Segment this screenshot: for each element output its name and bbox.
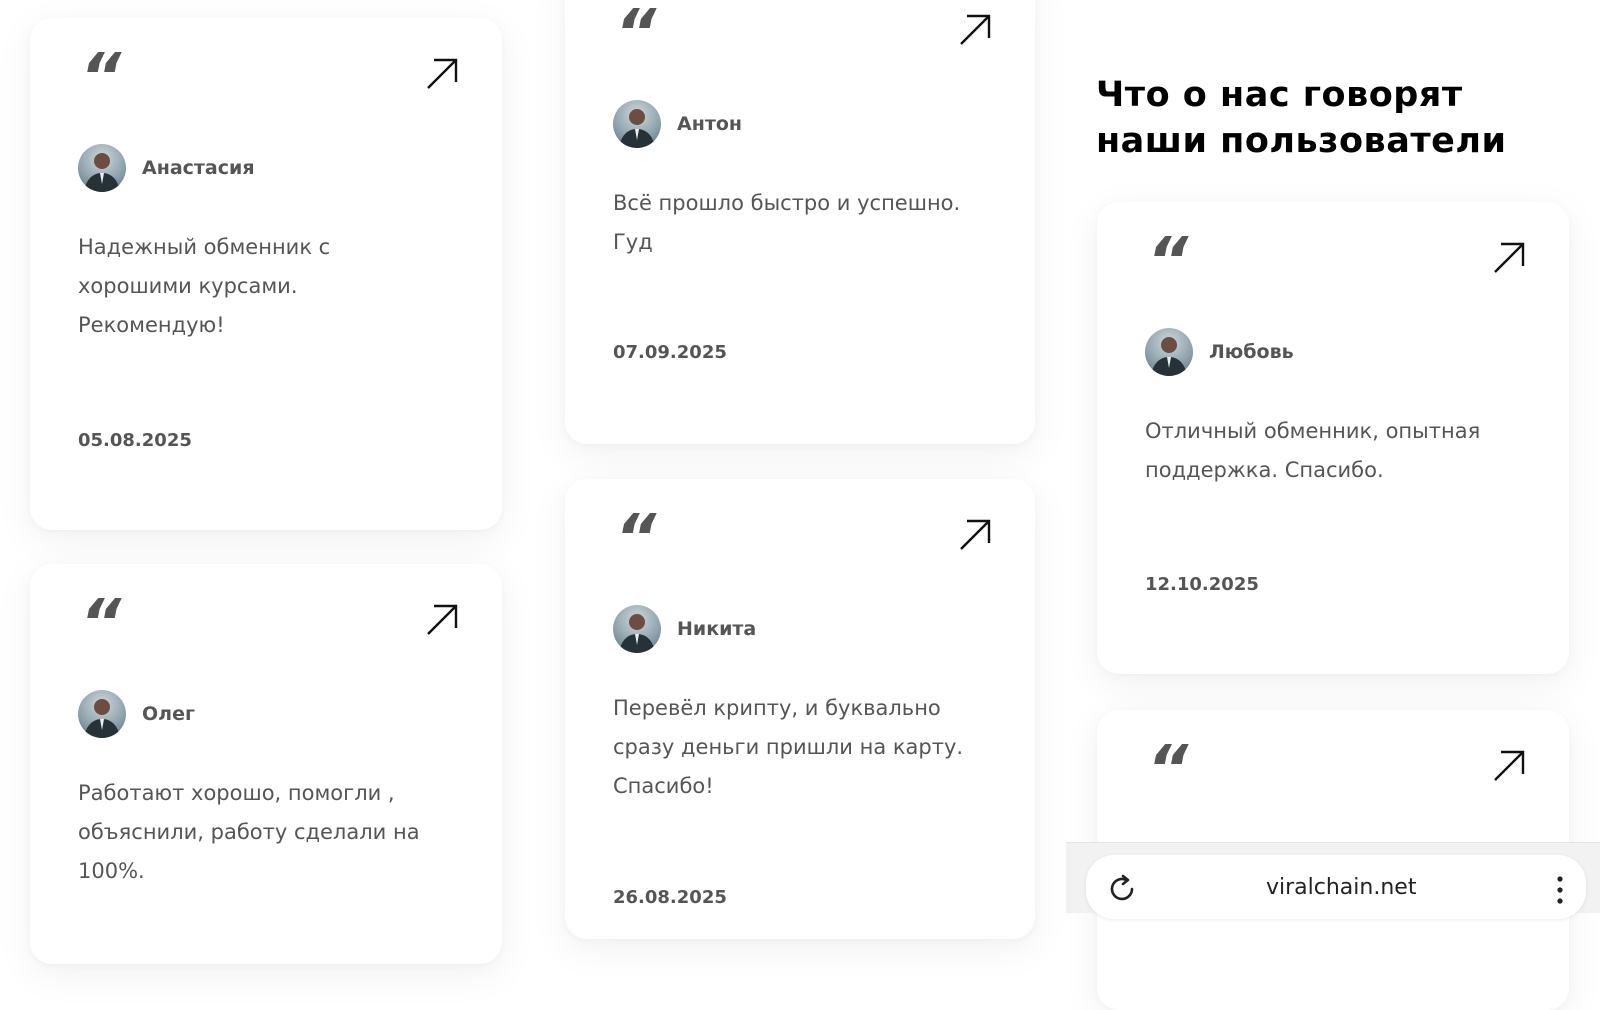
quote-mark: “ (80, 41, 121, 115)
arrow-up-right-icon[interactable] (424, 602, 460, 638)
reload-icon[interactable] (1106, 873, 1138, 905)
review-author-name: Олег (142, 703, 195, 725)
review-date: 05.08.2025 (78, 430, 192, 451)
browser-toolbar: viralchain.net (1066, 842, 1600, 919)
avatar (1145, 328, 1193, 376)
avatar (613, 100, 661, 148)
quote-mark: “ (1147, 225, 1188, 299)
address-bar[interactable]: viralchain.net (1086, 855, 1586, 919)
quote-mark: “ (1147, 733, 1188, 807)
review-card: “ Анастасия Надежный обменник с хорошими… (30, 18, 502, 530)
avatar (78, 690, 126, 738)
section-title: Что о нас говорят наши пользователи (1096, 75, 1507, 161)
review-text: Надежный обменник с хорошими курсами. Ре… (78, 235, 331, 337)
review-author-name: Антон (677, 113, 743, 135)
avatar (613, 605, 661, 653)
review-author-name: Любовь (1209, 341, 1294, 363)
review-author: Олег (78, 690, 195, 738)
review-text: Перевёл крипту, и буквально сразу деньги… (613, 696, 964, 798)
review-card: “ Никита Перевёл крипту, и буквально сра… (565, 479, 1035, 939)
quote-mark: “ (615, 0, 656, 71)
review-author-name: Анастасия (142, 157, 255, 179)
review-text: Работают хорошо, помогли , объяснили, ра… (78, 781, 420, 883)
arrow-up-right-icon[interactable] (424, 56, 460, 92)
review-author: Никита (613, 605, 756, 653)
arrow-up-right-icon[interactable] (957, 517, 993, 553)
more-vertical-icon[interactable] (1554, 875, 1566, 905)
review-author-name: Никита (677, 618, 757, 640)
review-author: Анастасия (78, 144, 255, 192)
review-date: 12.10.2025 (1145, 574, 1259, 595)
review-author: Антон (613, 100, 742, 148)
quote-mark: “ (615, 502, 656, 576)
review-card: “ Любовь Отличный обменник, опытная подд… (1097, 202, 1569, 674)
arrow-up-right-icon[interactable] (1491, 748, 1527, 784)
review-card: “ Олег Работают хорошо, помогли , объясн… (30, 564, 502, 964)
review-card: “ Антон Всё прошло быстро и успешно. Гуд… (565, 0, 1035, 444)
arrow-up-right-icon[interactable] (1491, 240, 1527, 276)
review-date: 07.09.2025 (613, 342, 727, 363)
quote-mark: “ (80, 587, 121, 661)
review-text: Отличный обменник, опытная поддержка. Сп… (1145, 419, 1481, 482)
review-author: Любовь (1145, 328, 1294, 376)
arrow-up-right-icon[interactable] (957, 12, 993, 48)
review-date: 26.08.2025 (613, 887, 727, 908)
review-text: Всё прошло быстро и успешно. Гуд (613, 191, 961, 254)
avatar (78, 144, 126, 192)
url-text[interactable]: viralchain.net (1266, 875, 1416, 900)
